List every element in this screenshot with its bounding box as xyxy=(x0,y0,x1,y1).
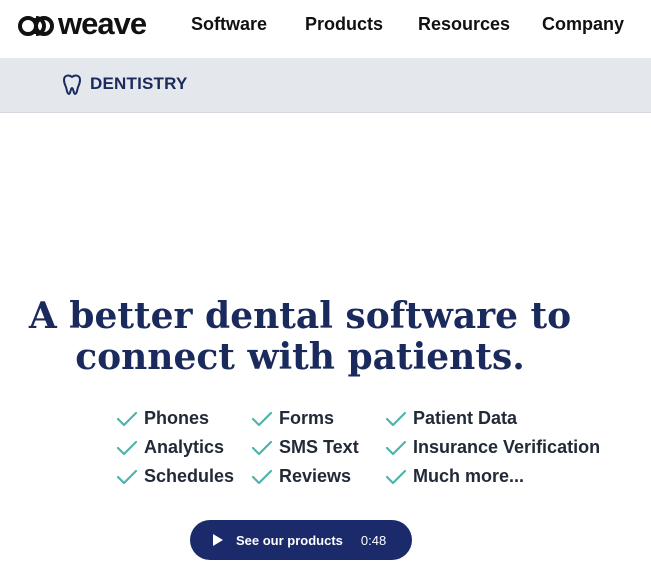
feature-label: Insurance Verification xyxy=(413,437,601,457)
feature-item: Insurance Verification xyxy=(385,437,600,458)
feature-item: Schedules xyxy=(116,466,234,487)
top-navigation: weave Software Products Resources Compan… xyxy=(0,0,651,58)
headline-line-2: connect with patients. xyxy=(75,336,525,378)
feature-label: Schedules xyxy=(144,466,235,486)
feature-item: Much more... xyxy=(385,466,524,487)
weave-logo-icon xyxy=(18,16,54,36)
nav-resources[interactable]: Resources xyxy=(418,14,510,35)
feature-item: Phones xyxy=(116,408,209,429)
check-icon xyxy=(251,411,273,426)
feature-item: SMS Text xyxy=(251,437,359,458)
feature-item: Patient Data xyxy=(385,408,517,429)
play-icon xyxy=(213,534,223,546)
check-icon xyxy=(385,411,407,426)
tooth-icon xyxy=(63,74,81,95)
subnav-label: DENTISTRY xyxy=(90,74,188,93)
feature-item: Reviews xyxy=(251,466,351,487)
hero-headline: A better dental software to connect with… xyxy=(0,296,600,378)
check-icon xyxy=(385,469,407,484)
nav-company[interactable]: Company xyxy=(542,14,624,35)
feature-item: Analytics xyxy=(116,437,224,458)
feature-label: Analytics xyxy=(144,437,225,457)
nav-software[interactable]: Software xyxy=(191,14,267,35)
feature-item: Forms xyxy=(251,408,334,429)
see-products-button[interactable]: See our products 0:48 xyxy=(190,520,412,560)
weave-logo[interactable]: weave xyxy=(18,6,147,42)
feature-label: Patient Data xyxy=(413,408,518,428)
feature-label: Forms xyxy=(279,408,335,428)
secondary-navigation: DENTISTRY xyxy=(0,58,651,113)
check-icon xyxy=(385,440,407,455)
feature-label: SMS Text xyxy=(279,437,359,457)
check-icon xyxy=(116,411,138,426)
subnav-dentistry[interactable]: DENTISTRY xyxy=(62,73,188,95)
video-duration: 0:48 xyxy=(360,532,387,548)
nav-products[interactable]: Products xyxy=(305,14,383,35)
cta-label: See our products xyxy=(236,532,343,548)
check-icon xyxy=(116,469,138,484)
feature-label: Phones xyxy=(144,408,210,428)
feature-label: Much more... xyxy=(413,466,525,486)
check-icon xyxy=(116,440,138,455)
check-icon xyxy=(251,469,273,484)
headline-line-1: A better dental software to xyxy=(28,295,572,337)
brand-name: weave xyxy=(58,6,147,41)
feature-label: Reviews xyxy=(279,466,352,486)
check-icon xyxy=(251,440,273,455)
